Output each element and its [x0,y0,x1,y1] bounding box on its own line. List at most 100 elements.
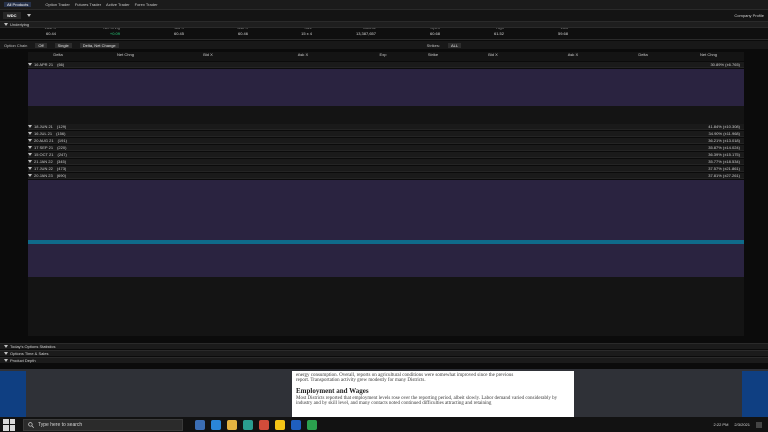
windows-start-icon[interactable] [3,418,15,431]
doc-paragraph: Most Districts reported that employment … [296,396,558,406]
company-profile-link[interactable]: Company Profile [734,13,764,18]
expiration-row[interactable]: 17 JUN 22 (473) 37.57% (±21.861) [28,166,744,172]
option-chain-row[interactable] [28,331,744,337]
option-chain-label: Option Chain [4,42,28,48]
col-put-delta[interactable]: Delta [613,52,673,61]
col-call-ask[interactable]: Ask X [253,52,353,61]
expiration-label: 16 JUL 21 [34,131,53,136]
chevron-right-icon [28,160,32,163]
product-depth-label: Product Depth [10,358,36,363]
chevron-right-icon [4,345,8,348]
expiration-pct: 36.21% (±13.018) [708,138,740,143]
expiration-label: 17 SEP 21 [34,145,54,150]
strikes-select[interactable]: ALL [448,42,462,48]
windows-taskbar: Type here to search 2:22 PM 2/3/2021 [0,417,768,432]
expiration-days: (129) [56,124,67,129]
value-low: 59.68 [557,31,568,36]
edge-icon[interactable] [211,419,221,430]
thinkorswim-icon[interactable] [307,419,317,430]
options-time-sales-panel[interactable]: Options Time & Sales [0,350,768,356]
product-depth-panel[interactable]: Product Depth [0,357,768,363]
expiration-days: (156) [56,131,66,136]
document-page: energy consumption. Overall, reports on … [292,371,574,417]
value-open: 60.68 [429,31,440,36]
column-headers: Delta Net Chng Bid X Ask X Exp Strike Bi… [28,52,744,61]
option-trader-button[interactable]: Option Trader [45,2,69,7]
strikes-label: Strikes: [426,42,441,48]
app-icon[interactable] [259,419,269,430]
expiration-label: 16 APR 21 [34,62,54,67]
spread-select[interactable]: Single [54,42,72,48]
underlying-label: Underlying [10,22,30,27]
expiration-row[interactable]: 20 JAN 23 (690) 37.81% (±27.261) [28,173,744,179]
expiration-pct: 36.39% (±15.175) [708,152,740,157]
filter-select[interactable]: Off [35,42,47,48]
symbol-bar: WDC [0,10,768,22]
expiration-pct: 35.77% (±18.534) [708,159,740,164]
col-put-bid[interactable]: Bid X [453,52,533,61]
task-view-icon[interactable] [195,419,205,430]
expiration-row[interactable]: 15 OCT 21 (247) 36.39% (±15.175) [28,152,744,158]
file-explorer-icon[interactable] [227,419,237,430]
col-call-net[interactable]: Net Chng [88,52,163,61]
taskbar-search-input[interactable]: Type here to search [23,418,183,431]
col-exp[interactable]: Exp [353,52,413,61]
futures-trader-button[interactable]: Futures Trader [75,2,101,7]
expiration-row[interactable]: 18 JUN 21 (129) 41.84% (±10.308) [28,124,744,130]
expiration-row[interactable]: 21 JAN 22 (345) 35.77% (±18.534) [28,159,744,165]
expiration-days: (473) [56,166,67,171]
active-trader-button[interactable]: Active Trader [106,2,130,7]
expiration-row[interactable]: 17 SEP 21 (220) 35.87% (±14.024) [28,145,744,151]
underlying-section[interactable]: Underlying [0,22,768,28]
expiration-label: 18 JUN 21 [34,124,53,129]
layout-select[interactable]: Delta, Net Change [79,42,119,48]
symbol-input[interactable]: WDC [3,12,21,19]
chevron-right-icon [28,125,32,128]
expiration-days: (345) [56,159,67,164]
expiration-days: (191) [57,138,67,143]
chevron-right-icon [4,352,8,355]
search-icon [28,421,34,428]
chevron-down-icon[interactable] [26,13,33,19]
value-last: 60.44 [45,31,56,36]
clock-date[interactable]: 2/3/2021 [734,422,750,427]
expiration-pct: 37.57% (±21.861) [708,166,740,171]
col-put-net[interactable]: Net Chng [673,52,744,61]
chevron-right-icon [4,359,8,362]
toolbar: Option Trader Futures Trader Active Trad… [45,2,157,7]
quote-values: 60.44 +0.09 60.45 60.46 15 x 4 13,387,65… [0,31,768,36]
forex-trader-button[interactable]: Forex Trader [135,2,158,7]
chevron-right-icon [28,167,32,170]
taskbar-apps [195,419,317,430]
page-side-band [742,371,768,417]
value-net: +0.09 [109,31,120,36]
options-statistics-panel[interactable]: Today's Options Statistics [0,343,768,349]
expiration-label: 17 JUN 22 [34,166,53,171]
options-statistics-label: Today's Options Statistics [10,344,56,349]
expiration-days: (690) [56,173,67,178]
chevron-right-icon [28,153,32,156]
col-call-bid[interactable]: Bid X [163,52,253,61]
expiration-pct: 34.90% (±11.968) [708,131,740,136]
expiration-row[interactable]: 16 JUL 21 (156) 34.90% (±11.968) [28,131,744,137]
notifications-icon[interactable] [756,421,762,428]
options-time-sales-label: Options Time & Sales [10,351,49,356]
col-put-ask[interactable]: Ask X [533,52,613,61]
col-strike[interactable]: Strike [413,52,453,61]
search-placeholder: Type here to search [38,421,83,428]
tab-all-products[interactable]: All Products [4,2,32,7]
chevron-right-icon [28,139,32,142]
expiration-row[interactable]: 20 AUG 21 (191) 36.21% (±13.018) [28,138,744,144]
page-side-band [0,371,26,417]
expiration-row[interactable]: 16 APR 21 (66) 30.89% (±6.765) [28,62,744,68]
expiration-label: 21 JAN 22 [34,159,53,164]
clock-time[interactable]: 2:22 PM [714,422,729,427]
store-icon[interactable] [243,419,253,430]
expiration-label: 15 OCT 21 [34,152,54,157]
word-icon[interactable] [291,419,301,430]
expiration-label: 20 AUG 21 [34,138,54,143]
expiration-pct: 30.89% (±6.765) [710,62,740,67]
option-chain-controls: Option Chain Off Single Delta, Net Chang… [0,41,768,49]
col-call-delta[interactable]: Delta [28,52,88,61]
chrome-icon[interactable] [275,419,285,430]
